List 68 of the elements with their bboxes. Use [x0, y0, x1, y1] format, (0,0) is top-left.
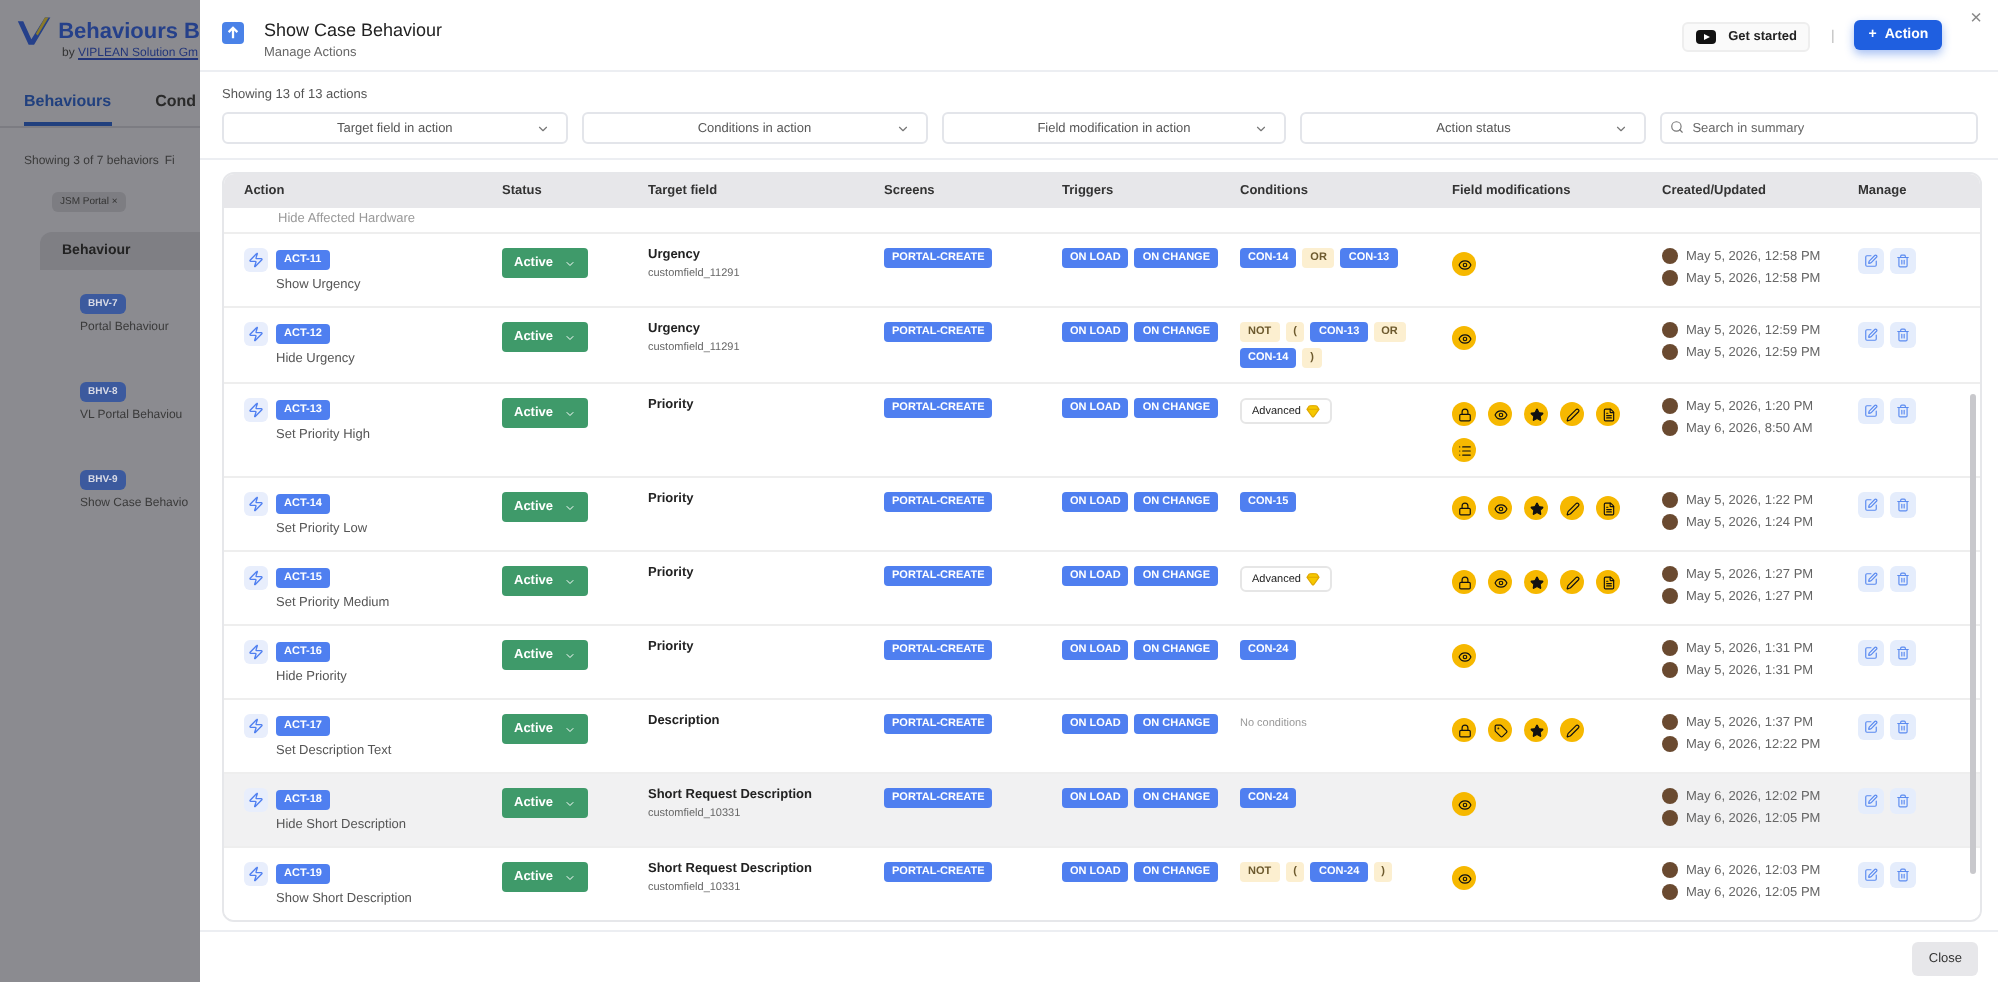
logo-icon	[16, 16, 53, 48]
chevron-icon	[563, 331, 576, 343]
lightning-icon	[244, 248, 268, 272]
gem-icon	[1306, 404, 1321, 418]
trash-icon	[1896, 328, 1910, 342]
chevron-icon	[563, 797, 576, 809]
edit-icon	[1864, 404, 1878, 418]
edit-button[interactable]	[1858, 248, 1884, 274]
edit-icon	[1864, 254, 1878, 268]
app-logo-text: Behaviours B	[58, 20, 200, 44]
lightning-icon	[244, 492, 268, 516]
lightning-icon	[244, 640, 268, 664]
edit-button[interactable]	[1858, 398, 1884, 424]
gem-icon	[1306, 572, 1321, 586]
chevron-icon	[563, 407, 576, 419]
chevron-icon	[535, 122, 550, 136]
edit-button[interactable]	[1858, 788, 1884, 814]
trash-icon	[1896, 720, 1910, 734]
delete-button[interactable]	[1890, 322, 1916, 348]
edit-icon	[1864, 794, 1878, 808]
edit-icon	[1864, 868, 1878, 882]
edit-icon	[1864, 498, 1878, 512]
delete-button[interactable]	[1890, 566, 1916, 592]
lightning-icon	[244, 322, 268, 346]
modal-title: Show Case Behaviour	[264, 20, 445, 40]
chevron-icon	[895, 122, 910, 136]
lightning-icon	[244, 788, 268, 812]
edit-button[interactable]	[1858, 640, 1884, 666]
chevron-icon	[563, 871, 576, 883]
trash-icon	[1896, 572, 1910, 586]
lightning-icon	[244, 862, 268, 886]
delete-button[interactable]	[1890, 492, 1916, 518]
arrow-up-icon	[222, 22, 244, 44]
lightning-icon	[244, 714, 268, 738]
delete-button[interactable]	[1890, 862, 1916, 888]
edit-icon	[1864, 572, 1878, 586]
chevron-icon	[1614, 122, 1629, 136]
edit-button[interactable]	[1858, 714, 1884, 740]
delete-button[interactable]	[1890, 714, 1916, 740]
delete-button[interactable]	[1890, 788, 1916, 814]
tab[interactable]: Behaviours	[24, 92, 112, 126]
edit-button[interactable]	[1858, 492, 1884, 518]
chevron-icon	[563, 723, 576, 735]
trash-icon	[1896, 868, 1910, 882]
play-icon	[1696, 30, 1717, 44]
lightning-icon	[244, 566, 268, 590]
chevron-icon	[563, 575, 576, 587]
edit-button[interactable]	[1858, 566, 1884, 592]
trash-icon	[1896, 646, 1910, 660]
close-button[interactable]: ×	[1970, 8, 1982, 30]
trash-icon	[1896, 498, 1910, 512]
trash-icon	[1896, 254, 1910, 268]
edit-button[interactable]	[1858, 862, 1884, 888]
chevron-icon	[563, 501, 576, 513]
trash-icon	[1896, 404, 1910, 418]
edit-icon	[1864, 720, 1878, 734]
tab[interactable]: Cond	[155, 92, 197, 126]
delete-button[interactable]	[1890, 398, 1916, 424]
delete-button[interactable]	[1890, 640, 1916, 666]
delete-button[interactable]	[1890, 248, 1916, 274]
edit-icon	[1864, 646, 1878, 660]
edit-icon	[1864, 328, 1878, 342]
chevron-icon	[563, 257, 576, 269]
chevron-icon	[563, 649, 576, 661]
trash-icon	[1896, 794, 1910, 808]
lightning-icon	[244, 398, 268, 422]
edit-button[interactable]	[1858, 322, 1884, 348]
chevron-icon	[1254, 122, 1269, 136]
